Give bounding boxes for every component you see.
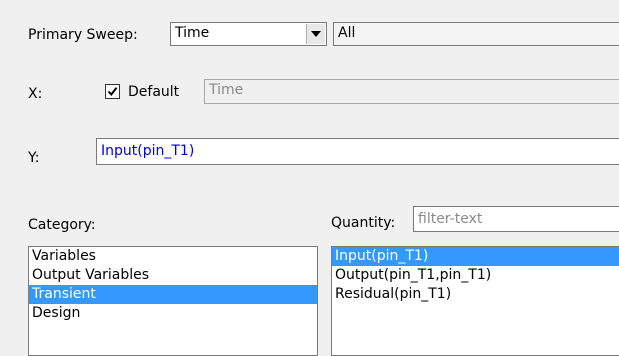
dropdown-button[interactable] (306, 24, 325, 44)
primary-sweep-value: Time (175, 25, 210, 41)
quantity-item-output[interactable]: Output(pin_T1,pin_T1) (332, 266, 619, 285)
category-item-transient[interactable]: Transient (29, 285, 317, 304)
category-item-design[interactable]: Design (29, 304, 317, 323)
checkmark-icon (107, 87, 118, 97)
primary-sweep-label: Primary Sweep: (28, 27, 138, 43)
quantity-label: Quantity: (331, 215, 396, 231)
y-expression-input[interactable]: Input(pin_T1) (96, 138, 619, 165)
category-item-output-variables[interactable]: Output Variables (29, 266, 317, 285)
chevron-down-icon (311, 31, 321, 37)
quantity-filter-input[interactable]: filter-text (413, 206, 619, 232)
category-item-variables[interactable]: Variables (29, 247, 317, 266)
default-checkbox-label[interactable]: Default (128, 84, 179, 100)
x-label: X: (28, 86, 43, 102)
quantity-item-input[interactable]: Input(pin_T1) (332, 247, 619, 266)
default-checkbox[interactable] (105, 84, 120, 99)
quantity-list[interactable]: Input(pin_T1) Output(pin_T1,pin_T1) Resi… (331, 246, 619, 356)
category-list[interactable]: Variables Output Variables Transient Des… (28, 246, 318, 356)
category-label: Category: (28, 217, 96, 233)
primary-sweep-dropdown[interactable]: Time (170, 22, 327, 46)
quantity-item-residual[interactable]: Residual(pin_T1) (332, 285, 619, 304)
sweep-values-field[interactable]: All (333, 22, 619, 46)
x-expression-field: Time (204, 79, 619, 104)
y-label: Y: (28, 150, 40, 166)
